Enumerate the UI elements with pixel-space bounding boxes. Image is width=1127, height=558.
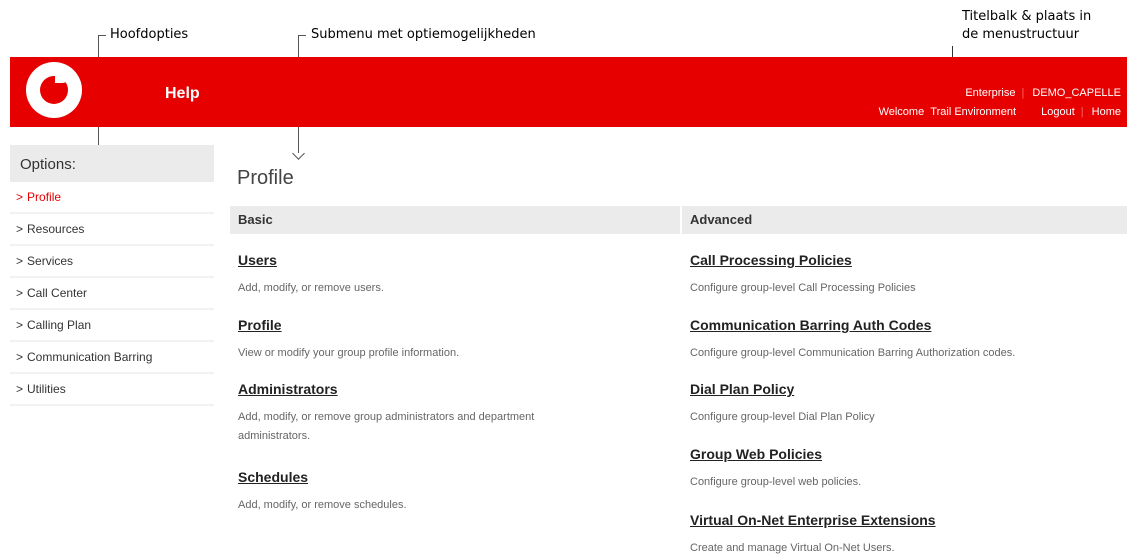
sidebar-heading: Options:: [10, 145, 214, 182]
vodafone-logo-icon: [26, 62, 82, 118]
virtual-on-net-enterprise-extensions-link[interactable]: Virtual On-Net Enterprise Extensions: [690, 512, 936, 528]
communication-barring-auth-codes-link[interactable]: Communication Barring Auth Codes: [690, 317, 1015, 333]
chevron-right-icon: >: [16, 254, 24, 268]
entry-description: Configure group-level web policies.: [690, 476, 862, 488]
sidebar-item-label: Profile: [27, 190, 62, 204]
sidebar-item-label: Call Center: [27, 286, 88, 300]
sidebar-item-label: Communication Barring: [27, 350, 153, 364]
profile-link[interactable]: Profile: [238, 317, 459, 333]
chevron-right-icon: >: [16, 222, 24, 236]
advanced-section: Advanced Call Processing Policies Config…: [682, 206, 1127, 554]
entry-communication-barring-auth-codes: Communication Barring Auth Codes Configu…: [690, 317, 1015, 363]
logout-link[interactable]: Logout: [1041, 106, 1075, 118]
sidebar-item-communication-barring[interactable]: > Communication Barring: [10, 342, 214, 374]
chevron-right-icon: >: [16, 190, 24, 204]
entry-description: Create and manage Virtual On-Net Users.: [690, 542, 895, 554]
entry-administrators: Administrators Add, modify, or remove gr…: [238, 381, 608, 446]
call-processing-policies-link[interactable]: Call Processing Policies: [690, 252, 916, 268]
entry-call-processing-policies: Call Processing Policies Configure group…: [690, 252, 916, 298]
sidebar-item-resources[interactable]: > Resources: [10, 214, 214, 246]
sidebar-item-services[interactable]: > Services: [10, 246, 214, 278]
user-name: Trail Environment: [930, 106, 1017, 118]
annotation-main-options: Hoofdopties: [110, 27, 189, 42]
group-web-policies-link[interactable]: Group Web Policies: [690, 446, 861, 462]
sidebar-item-label: Services: [27, 254, 74, 268]
home-link[interactable]: Home: [1092, 106, 1121, 118]
annotation-arrow: [292, 147, 305, 160]
sidebar-item-call-center[interactable]: > Call Center: [10, 278, 214, 310]
annotation-hook: [298, 35, 306, 36]
dial-plan-policy-link[interactable]: Dial Plan Policy: [690, 381, 875, 397]
advanced-heading: Advanced: [682, 206, 1127, 234]
entry-description: View or modify your group profile inform…: [238, 347, 460, 359]
sidebar-item-label: Resources: [27, 222, 85, 236]
entry-dial-plan-policy: Dial Plan Policy Configure group-level D…: [690, 381, 875, 427]
chevron-right-icon: >: [16, 382, 24, 396]
annotation-submenu: Submenu met optiemogelijkheden: [311, 27, 536, 42]
entry-schedules: Schedules Add, modify, or remove schedul…: [238, 469, 407, 515]
sidebar-item-utilities[interactable]: > Utilities: [10, 374, 214, 406]
user-bar: Welcome Trail Environment Logout | Home: [878, 106, 1121, 118]
entry-description: Add, modify, or remove schedules.: [238, 499, 407, 511]
chevron-right-icon: >: [16, 350, 24, 364]
entry-description: Configure group-level Call Processing Po…: [690, 282, 916, 294]
sidebar-item-profile[interactable]: > Profile: [10, 182, 214, 214]
annotation-hook: [98, 35, 106, 36]
users-link[interactable]: Users: [238, 252, 384, 268]
entry-users: Users Add, modify, or remove users.: [238, 252, 384, 298]
entry-virtual-on-net-enterprise-extensions: Virtual On-Net Enterprise Extensions Cre…: [690, 512, 936, 558]
entry-description: Add, modify, or remove users.: [238, 282, 384, 294]
sidebar-item-label: Utilities: [27, 382, 66, 396]
chevron-right-icon: >: [16, 286, 24, 300]
options-sidebar: Options: > Profile > Resources > Services >…: [10, 145, 214, 406]
basic-section: Basic Users Add, modify, or remove users…: [230, 206, 680, 511]
top-header-bar: Help Enterprise | DEMO_CAPELLE Welcome Tra…: [10, 57, 1127, 127]
entry-description: Configure group-level Dial Plan Policy: [690, 411, 875, 423]
page-title: Profile: [237, 167, 294, 189]
entry-profile: Profile View or modify your group profil…: [238, 317, 459, 363]
sidebar-item-calling-plan[interactable]: > Calling Plan: [10, 310, 214, 342]
schedules-link[interactable]: Schedules: [238, 469, 407, 485]
basic-heading: Basic: [230, 206, 680, 234]
sidebar-item-label: Calling Plan: [27, 318, 92, 332]
enterprise-link[interactable]: Enterprise: [965, 87, 1015, 99]
entry-description: Configure group-level Communication Barr…: [690, 347, 1016, 359]
entry-group-web-policies: Group Web Policies Configure group-level…: [690, 446, 861, 492]
group-link[interactable]: DEMO_CAPELLE: [1032, 87, 1121, 99]
entry-description: Add, modify, or remove group administrat…: [238, 411, 535, 442]
breadcrumb: Enterprise | DEMO_CAPELLE: [965, 87, 1121, 99]
help-title: Help: [165, 85, 200, 102]
welcome-label: Welcome: [878, 106, 925, 118]
chevron-right-icon: >: [16, 318, 24, 332]
annotation-title-bar-1: Titelbalk & plaats in: [962, 9, 1092, 24]
annotation-title-bar-2: de menustructuur: [962, 27, 1080, 42]
administrators-link[interactable]: Administrators: [238, 381, 608, 397]
